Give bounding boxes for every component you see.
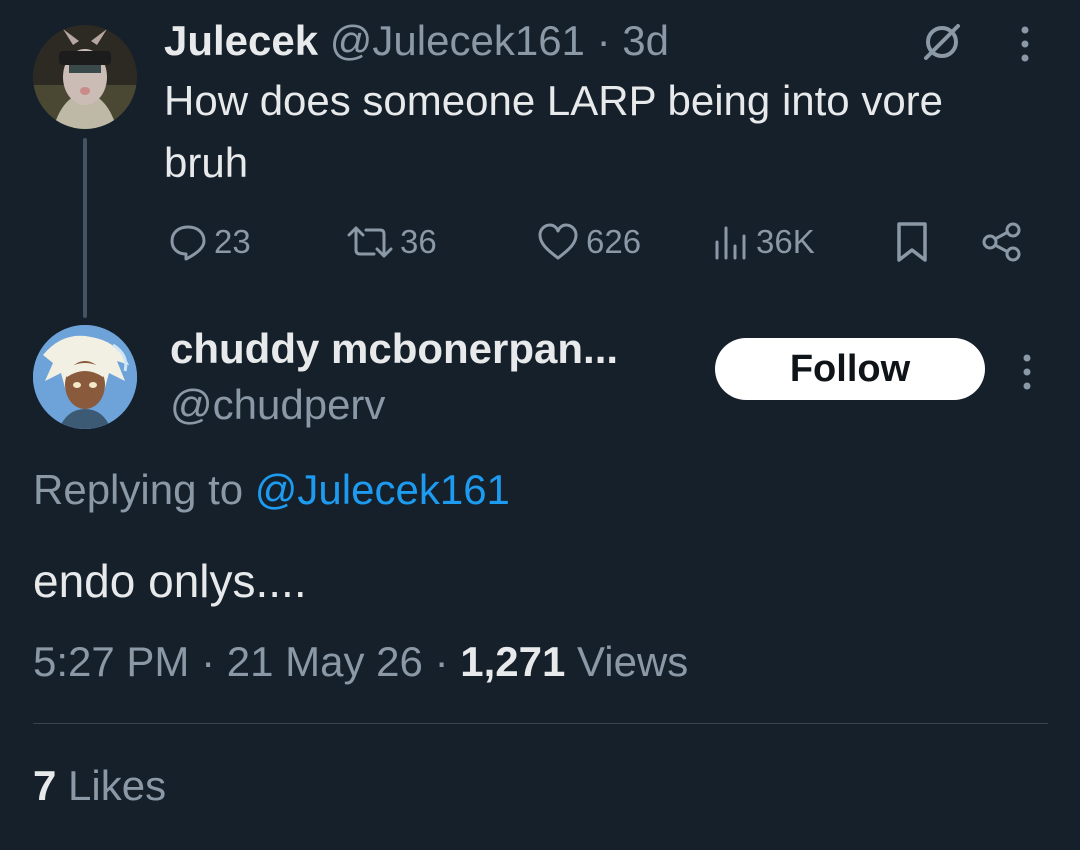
- grok-icon[interactable]: [918, 18, 966, 66]
- author-handle[interactable]: @Julecek161: [330, 17, 585, 64]
- slashed-circle-icon: [924, 24, 960, 60]
- retweet-action[interactable]: 36: [346, 218, 437, 266]
- more-options-icon[interactable]: [1010, 22, 1040, 66]
- reply-time[interactable]: 5:27 PM: [33, 638, 189, 685]
- views-chart-icon: [715, 226, 746, 260]
- reply-action[interactable]: 23: [168, 218, 251, 266]
- avatar-image: [33, 325, 137, 429]
- reply-metadata: 5:27 PM · 21 May 26 · 1,271 Views: [33, 634, 688, 690]
- reply-count: 23: [214, 223, 251, 260]
- reply-author-handle[interactable]: @chudperv: [170, 378, 385, 432]
- views-action[interactable]: 36K: [712, 218, 815, 266]
- reply-text: endo onlys....: [33, 555, 307, 607]
- retweet-count: 36: [400, 223, 437, 260]
- avatar-image: [33, 25, 137, 129]
- views-count-total: 1,271: [460, 638, 566, 685]
- divider: [33, 723, 1048, 724]
- tweet-text: How does someone LARP being into vore br…: [164, 77, 944, 186]
- bookmark-icon: [897, 222, 927, 262]
- bookmark-action[interactable]: [894, 218, 930, 266]
- share-icon: [982, 222, 1021, 262]
- author-name[interactable]: Julecek: [164, 17, 318, 64]
- meta-separator: ·: [434, 638, 449, 685]
- reply-author-name[interactable]: chuddy mcbonerpan...: [170, 322, 618, 376]
- reply-date[interactable]: 21 May 26: [227, 638, 423, 685]
- reply-author-avatar[interactable]: [33, 325, 137, 429]
- timestamp[interactable]: 3d: [622, 17, 669, 64]
- like-count: 626: [586, 223, 642, 260]
- replying-mention-link[interactable]: @Julecek161: [255, 466, 510, 513]
- retweet-icon: [347, 226, 393, 258]
- meta-separator: ·: [201, 638, 216, 685]
- header-separator: ·: [596, 17, 611, 64]
- vertical-dots-icon: [1023, 354, 1031, 390]
- comment-icon: [170, 225, 206, 261]
- reply-more-options-icon[interactable]: [1012, 350, 1042, 394]
- share-action[interactable]: [980, 218, 1024, 266]
- likes-label: Likes: [56, 762, 167, 809]
- views-count: 36K: [756, 223, 815, 260]
- replying-to-line: Replying to @Julecek161: [33, 462, 510, 518]
- follow-button[interactable]: Follow: [715, 338, 985, 400]
- likes-summary[interactable]: 7 Likes: [33, 758, 166, 814]
- views-label: Views: [565, 638, 689, 685]
- like-action[interactable]: 626: [536, 218, 641, 266]
- thread-connector: [83, 138, 87, 318]
- author-avatar[interactable]: [33, 25, 137, 129]
- replying-prefix: Replying to: [33, 466, 255, 513]
- vertical-dots-icon: [1021, 26, 1029, 62]
- likes-count: 7: [33, 762, 57, 809]
- heart-icon: [538, 223, 578, 260]
- tweet-header: Julecek @Julecek161 · 3d: [164, 14, 669, 68]
